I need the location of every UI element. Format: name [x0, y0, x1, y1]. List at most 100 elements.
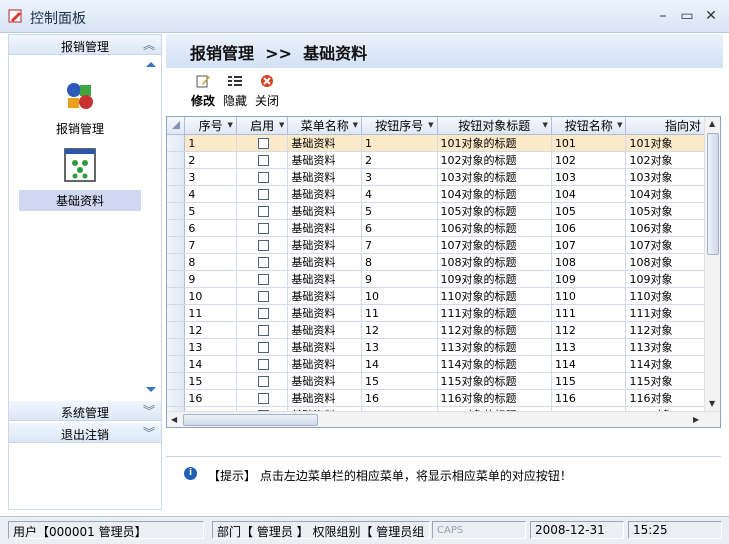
table-cell[interactable]: 基础资料 [287, 321, 362, 339]
vertical-scrollbar[interactable]: ▲ ▼ [704, 117, 720, 413]
table-cell[interactable]: 111 [551, 304, 627, 322]
column-header[interactable]: 启用 ▼ [236, 117, 289, 135]
table-cell[interactable]: 12 [184, 321, 237, 339]
row-indicator[interactable] [167, 236, 186, 254]
enabled-cell[interactable] [236, 236, 289, 254]
table-cell[interactable]: 109对象的标题 [437, 270, 552, 288]
table-cell[interactable]: 104对象 [625, 185, 706, 203]
column-header[interactable]: 指向对 [625, 117, 706, 135]
table-cell[interactable]: 102 [551, 151, 627, 169]
enabled-checkbox[interactable] [258, 324, 270, 336]
table-cell[interactable]: 105对象的标题 [437, 202, 552, 220]
row-indicator[interactable] [167, 355, 186, 373]
chevron-down-icon[interactable]: ︾ [143, 402, 155, 419]
table-cell[interactable]: 基础资料 [287, 270, 362, 288]
table-cell[interactable]: 109 [551, 270, 627, 288]
sidebar-item-reimbursement[interactable]: 报销管理 [19, 77, 141, 137]
enabled-checkbox[interactable] [258, 375, 270, 387]
table-cell[interactable]: 113对象 [625, 338, 706, 356]
table-row[interactable]: 2 基础资料 2 102对象的标题 102 102对象 [167, 151, 706, 169]
hide-button[interactable]: 隐藏 [218, 74, 252, 109]
scroll-up-icon[interactable] [146, 59, 156, 69]
enabled-checkbox[interactable] [258, 171, 270, 183]
table-cell[interactable]: 2 [361, 151, 438, 169]
enabled-cell[interactable] [236, 253, 289, 271]
table-cell[interactable]: 基础资料 [287, 372, 362, 390]
table-cell[interactable]: 108 [551, 253, 627, 271]
scroll-down-icon[interactable] [146, 385, 156, 395]
enabled-checkbox[interactable] [258, 290, 270, 302]
scroll-up-arrow-icon[interactable]: ▲ [709, 119, 715, 128]
table-cell[interactable]: 6 [361, 219, 438, 237]
table-cell[interactable]: 13 [184, 338, 237, 356]
row-indicator[interactable] [167, 287, 186, 305]
table-cell[interactable]: 107 [551, 236, 627, 254]
table-cell[interactable]: 基础资料 [287, 219, 362, 237]
table-cell[interactable]: 106对象的标题 [437, 219, 552, 237]
row-indicator[interactable] [167, 151, 186, 169]
table-cell[interactable]: 112 [551, 321, 627, 339]
table-row[interactable]: 16 基础资料 16 116对象的标题 116 116对象 [167, 389, 706, 407]
row-indicator[interactable] [167, 253, 186, 271]
table-cell[interactable]: 116对象的标题 [437, 389, 552, 407]
table-cell[interactable]: 10 [361, 287, 438, 305]
table-cell[interactable]: 101对象 [625, 134, 706, 152]
table-cell[interactable]: 104对象的标题 [437, 185, 552, 203]
enabled-checkbox[interactable] [258, 222, 270, 234]
enabled-checkbox[interactable] [258, 256, 270, 268]
table-cell[interactable]: 101 [551, 134, 627, 152]
row-indicator[interactable] [167, 270, 186, 288]
row-indicator[interactable] [167, 185, 186, 203]
table-row[interactable]: 4 基础资料 4 104对象的标题 104 104对象 [167, 185, 706, 203]
horizontal-scrollbar[interactable]: ◀ ▶ [167, 411, 720, 427]
table-row[interactable]: 13 基础资料 13 113对象的标题 113 113对象 [167, 338, 706, 356]
row-indicator[interactable] [167, 219, 186, 237]
enabled-cell[interactable] [236, 338, 289, 356]
row-indicator[interactable] [167, 168, 186, 186]
table-cell[interactable]: 102对象 [625, 151, 706, 169]
scroll-right-arrow-icon[interactable]: ▶ [693, 415, 699, 424]
table-row[interactable]: 7 基础资料 7 107对象的标题 107 107对象 [167, 236, 706, 254]
row-indicator[interactable] [167, 321, 186, 339]
table-cell[interactable]: 7 [361, 236, 438, 254]
table-row[interactable]: 9 基础资料 9 109对象的标题 109 109对象 [167, 270, 706, 288]
table-cell[interactable]: 103对象 [625, 168, 706, 186]
column-header[interactable]: 菜单名称 ▼ [287, 117, 362, 135]
table-cell[interactable]: 109对象 [625, 270, 706, 288]
table-row[interactable]: 10 基础资料 10 110对象的标题 110 110对象 [167, 287, 706, 305]
table-cell[interactable]: 9 [184, 270, 237, 288]
vertical-scroll-thumb[interactable] [707, 133, 719, 255]
enabled-cell[interactable] [236, 321, 289, 339]
table-cell[interactable]: 103 [551, 168, 627, 186]
row-indicator[interactable] [167, 338, 186, 356]
table-cell[interactable]: 5 [184, 202, 237, 220]
enabled-cell[interactable] [236, 168, 289, 186]
table-cell[interactable]: 11 [361, 304, 438, 322]
close-window-button[interactable]: ✕ [700, 7, 722, 25]
enabled-cell[interactable] [236, 202, 289, 220]
table-cell[interactable]: 15 [361, 372, 438, 390]
table-cell[interactable]: 1 [361, 134, 438, 152]
table-cell[interactable]: 2 [184, 151, 237, 169]
table-row[interactable]: 6 基础资料 6 106对象的标题 106 106对象 [167, 219, 706, 237]
table-cell[interactable]: 115 [551, 372, 627, 390]
table-cell[interactable]: 基础资料 [287, 287, 362, 305]
table-cell[interactable]: 110对象的标题 [437, 287, 552, 305]
table-cell[interactable]: 106对象 [625, 219, 706, 237]
table-cell[interactable]: 5 [361, 202, 438, 220]
maximize-button[interactable]: ▭ [676, 7, 698, 25]
table-cell[interactable]: 110对象 [625, 287, 706, 305]
table-cell[interactable]: 6 [184, 219, 237, 237]
table-cell[interactable]: 104 [551, 185, 627, 203]
table-cell[interactable]: 13 [361, 338, 438, 356]
filter-dropdown-icon[interactable]: ▼ [279, 121, 284, 129]
close-button[interactable]: 关闭 [250, 74, 284, 109]
filter-dropdown-icon[interactable]: ▼ [543, 121, 548, 129]
table-cell[interactable]: 基础资料 [287, 185, 362, 203]
table-cell[interactable]: 110 [551, 287, 627, 305]
table-cell[interactable]: 基础资料 [287, 304, 362, 322]
table-cell[interactable]: 115对象 [625, 372, 706, 390]
table-cell[interactable]: 108对象 [625, 253, 706, 271]
table-row[interactable]: 15 基础资料 15 115对象的标题 115 115对象 [167, 372, 706, 390]
enabled-checkbox[interactable] [258, 392, 270, 404]
